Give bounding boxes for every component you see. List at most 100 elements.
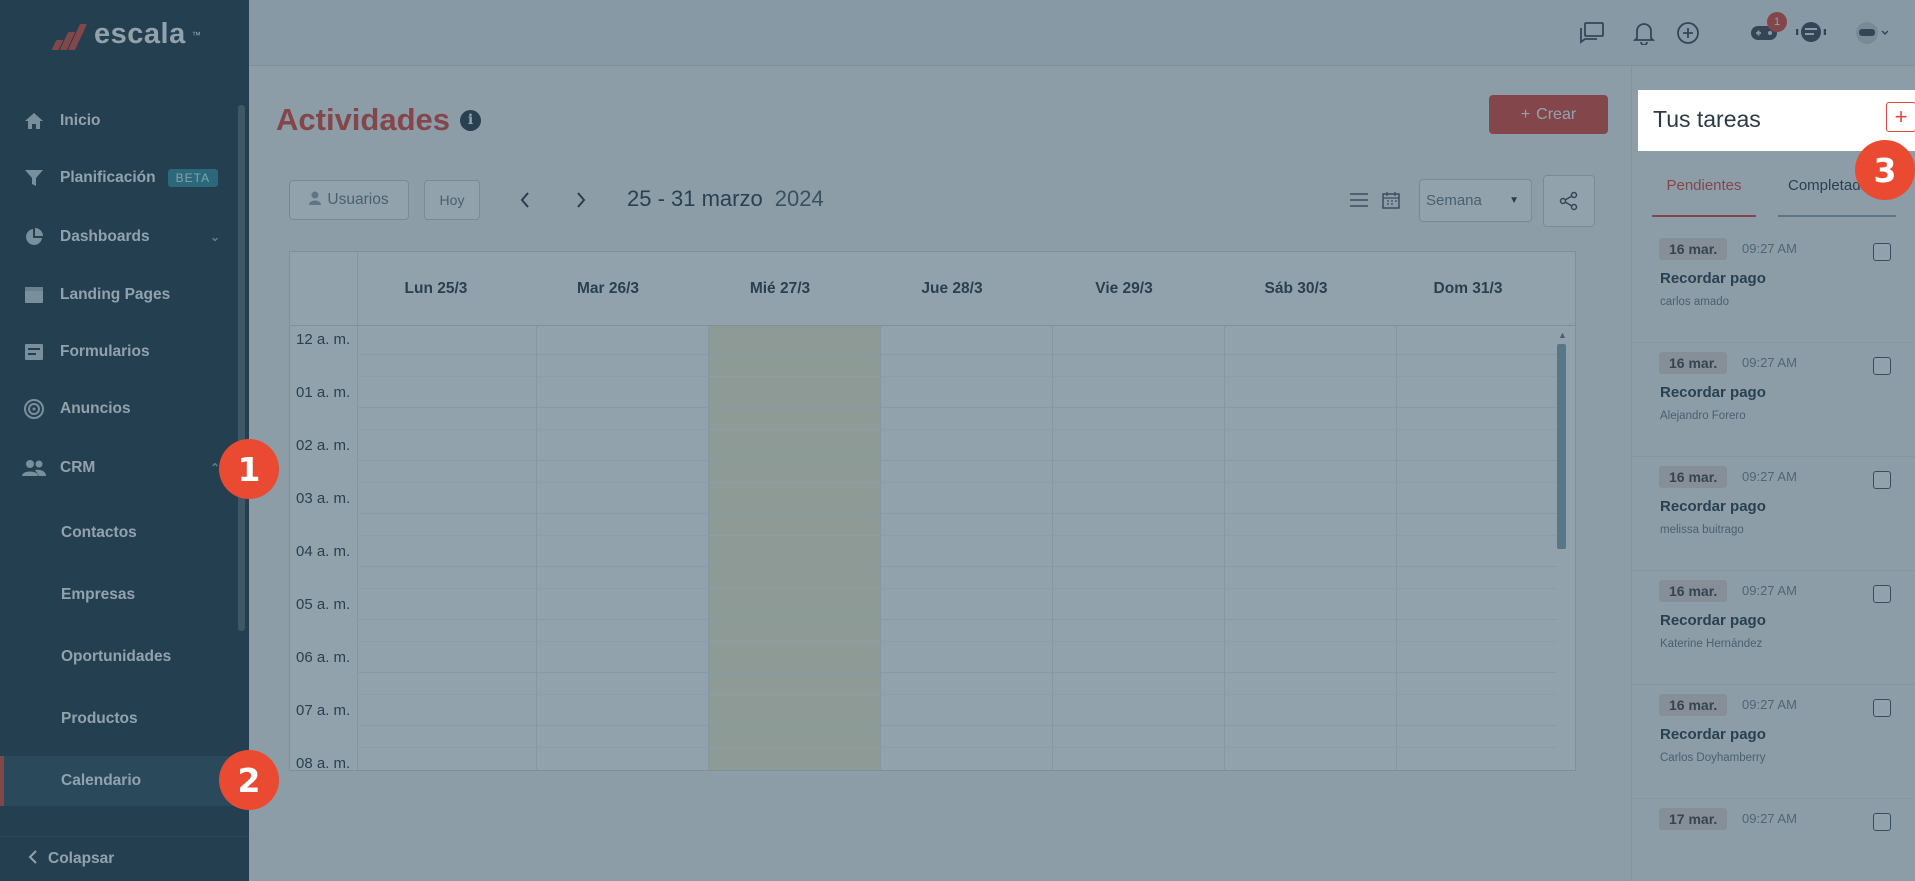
funnel-icon	[22, 168, 46, 188]
create-button[interactable]: + Crear	[1489, 95, 1608, 134]
task-checkbox[interactable]	[1873, 585, 1891, 603]
task-checkbox[interactable]	[1873, 699, 1891, 717]
sidebar-item-label: Formularios	[60, 343, 150, 360]
task-date: 16 mar.	[1659, 238, 1728, 260]
sidebar-item-crm[interactable]: CRM ⌃	[0, 443, 240, 493]
task-time: 09:27 AM	[1742, 697, 1797, 712]
task-item[interactable]: 17 mar. 09:27 AM	[1632, 799, 1915, 881]
day-header[interactable]: Lun 25/3	[350, 252, 522, 326]
pie-chart-icon	[22, 227, 46, 247]
chat-icon[interactable]	[1577, 18, 1607, 48]
users-icon	[22, 458, 46, 478]
day-header[interactable]: Mar 26/3	[522, 252, 694, 326]
half-hour-line	[357, 694, 1557, 695]
subitem-label: Productos	[61, 710, 138, 727]
hour-line	[357, 619, 1557, 620]
task-time: 09:27 AM	[1742, 241, 1797, 256]
day-header[interactable]: Dom 31/3	[1382, 252, 1554, 326]
task-item[interactable]: 16 mar. 09:27 AM Recordar pago carlos am…	[1632, 229, 1915, 343]
next-week-button[interactable]	[566, 185, 596, 215]
half-hour-line	[357, 535, 1557, 536]
task-title: Recordar pago	[1660, 498, 1766, 515]
task-date: 16 mar.	[1659, 694, 1728, 716]
task-contact: carlos amado	[1660, 296, 1730, 308]
day-header[interactable]: Mié 27/3	[694, 252, 866, 326]
task-title: Recordar pago	[1660, 270, 1766, 287]
subitem-label: Contactos	[61, 524, 137, 541]
day-divider	[880, 326, 881, 770]
main-content: Actividades i + Crear Usuarios Hoy 25 - …	[249, 66, 1631, 881]
list-view-icon[interactable]	[1346, 187, 1372, 213]
task-checkbox[interactable]	[1873, 243, 1891, 261]
sidebar-item-planificacion[interactable]: Planificación BETA	[0, 153, 240, 203]
day-divider	[1224, 326, 1225, 770]
half-hour-line	[357, 482, 1557, 483]
day-header[interactable]: Sáb 30/3	[1210, 252, 1382, 326]
view-select[interactable]: Semana ▼	[1419, 179, 1532, 222]
date-range: 25 - 31 marzo 2024	[627, 186, 824, 212]
task-date: 17 mar.	[1659, 808, 1728, 830]
day-divider	[1396, 326, 1397, 770]
task-time: 09:27 AM	[1742, 469, 1797, 484]
task-contact: melissa buitrago	[1660, 524, 1744, 536]
half-hour-line	[357, 641, 1557, 642]
day-header[interactable]: Vie 29/3	[1038, 252, 1210, 326]
sidebar-subitem-contactos[interactable]: Contactos	[0, 508, 240, 558]
plus-icon: +	[1520, 105, 1531, 123]
tab-pendientes[interactable]: Pendientes	[1652, 177, 1756, 217]
share-button[interactable]	[1543, 175, 1595, 227]
today-button[interactable]: Hoy	[424, 180, 480, 220]
task-title: Recordar pago	[1660, 384, 1766, 401]
sidebar-subitem-productos[interactable]: Productos	[0, 694, 240, 744]
hour-line	[357, 354, 1557, 355]
add-circle-icon[interactable]	[1673, 18, 1703, 48]
prev-week-button[interactable]	[510, 185, 540, 215]
beta-badge: BETA	[167, 169, 219, 187]
sidebar-item-anuncios[interactable]: Anuncios	[0, 384, 240, 434]
range-text: 25 - 31 marzo	[627, 186, 763, 211]
escala-logo[interactable]: escala ™	[50, 18, 201, 51]
hour-line	[357, 672, 1557, 673]
scroll-up-icon[interactable]: ▲	[1558, 330, 1567, 340]
task-item[interactable]: 16 mar. 09:27 AM Recordar pago Carlos Do…	[1632, 685, 1915, 799]
day-header[interactable]: Jue 28/3	[866, 252, 1038, 326]
sidebar-item-label: Planificación	[60, 169, 156, 186]
sidebar-subitem-oportunidades[interactable]: Oportunidades	[0, 632, 240, 682]
sidebar-item-label: Inicio	[60, 112, 101, 129]
share-icon	[1559, 191, 1578, 211]
collapse-label: Colapsar	[48, 850, 115, 867]
users-filter-button[interactable]: Usuarios	[289, 180, 409, 220]
user-avatar[interactable]	[1851, 18, 1891, 48]
task-item[interactable]: 16 mar. 09:27 AM Recordar pago Katerine …	[1632, 571, 1915, 685]
calendar-view-icon[interactable]	[1378, 187, 1404, 213]
sidebar-item-inicio[interactable]: Inicio	[0, 96, 240, 146]
task-item[interactable]: 16 mar. 09:27 AM Recordar pago Alejandro…	[1632, 343, 1915, 457]
collapse-sidebar-button[interactable]: Colapsar	[0, 836, 249, 881]
task-checkbox[interactable]	[1873, 357, 1891, 375]
sidebar-item-landing-pages[interactable]: Landing Pages	[0, 270, 240, 320]
bell-icon[interactable]	[1629, 18, 1659, 48]
sidebar-subitem-empresas[interactable]: Empresas	[0, 570, 240, 620]
task-checkbox[interactable]	[1873, 471, 1891, 489]
info-icon[interactable]: i	[460, 109, 482, 131]
range-year: 2024	[774, 186, 824, 211]
sidebar-scrollbar[interactable]	[238, 105, 245, 631]
notification-badge: 1	[1767, 12, 1787, 32]
calendar-scrollbar[interactable]	[1557, 344, 1566, 549]
form-icon	[22, 342, 46, 362]
hour-label: 04 a. m.	[296, 543, 351, 560]
task-item[interactable]: 16 mar. 09:27 AM Recordar pago melissa b…	[1632, 457, 1915, 571]
sidebar-subitem-calendario[interactable]: Calendario	[0, 756, 240, 806]
subitem-label: Oportunidades	[61, 648, 172, 665]
add-task-button-highlight[interactable]: +	[1886, 102, 1915, 132]
task-title: Recordar pago	[1660, 612, 1766, 629]
hour-label: 06 a. m.	[296, 649, 351, 666]
sidebar-item-formularios[interactable]: Formularios	[0, 327, 240, 377]
support-chat-icon[interactable]	[1796, 18, 1826, 48]
browser-icon	[22, 285, 46, 305]
gamepad-icon[interactable]: 1	[1749, 12, 1787, 48]
task-time: 09:27 AM	[1742, 811, 1797, 826]
sidebar-item-dashboards[interactable]: Dashboards ⌄	[0, 212, 240, 262]
task-checkbox[interactable]	[1873, 813, 1891, 831]
home-icon	[22, 111, 46, 131]
